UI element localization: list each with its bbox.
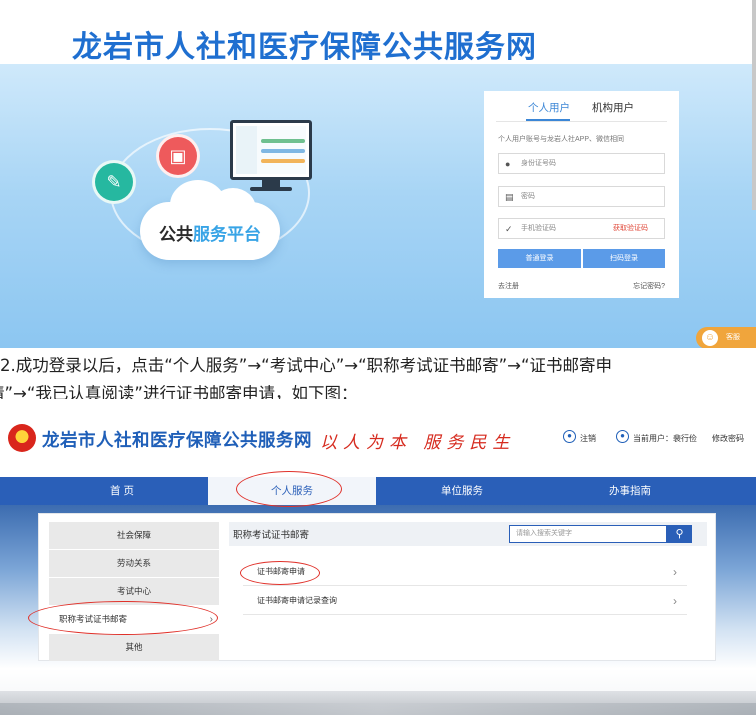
id-card-icon: ▣ [156,134,200,178]
sidebar-item-other[interactable]: 其他 [49,634,219,661]
id-number-placeholder: 身份证号码 [521,160,556,167]
login-screenshot: 龙岩市人社和医疗保障公共服务网 ✎ ▣ 公共服务平台 个人用户 机构用户 个人用… [0,0,756,348]
password-input[interactable]: ▤ 密码 [498,186,665,207]
id-number-input[interactable]: ● 身份证号码 [498,153,665,174]
portal-title: 龙岩市人社和医疗保障公共服务网 [42,430,312,450]
section-header: 职称考试证书邮寄 请输入搜索关键字 ⚲ [229,522,707,546]
footer-strip [0,703,756,715]
highlight-ellipse-sidebar [28,601,218,635]
search-input[interactable]: 请输入搜索关键字 [509,525,667,543]
sms-code-input[interactable]: ✓ 手机验证码 获取验证码 [498,218,665,239]
user-icon: ● [505,159,511,169]
logout-icon[interactable]: ● [563,430,576,443]
nav-unit-service[interactable]: 单位服务 [387,477,537,505]
nav-service-guide[interactable]: 办事指南 [555,477,705,505]
monitor-base [250,187,292,191]
site-title: 龙岩市人社和医疗保障公共服务网 [72,31,537,64]
portal-screenshot: 龙岩市人社和医疗保障公共服务网 以人为本 服务民生 ● 注销 ● 当前用户：裴行… [0,399,756,715]
cloud-label: 公共服务平台 [140,220,280,245]
nav-home[interactable]: 首 页 [47,477,197,505]
tab-personal-user[interactable]: 个人用户 [528,100,570,115]
cloud-label-part1: 公共 [159,225,193,244]
headset-icon: ☺ [702,330,718,346]
password-placeholder: 密码 [521,193,535,200]
shield-icon: ✓ [505,224,513,234]
get-code-button[interactable]: 获取验证码 [613,219,648,238]
portal-header: 龙岩市人社和医疗保障公共服务网 以人为本 服务民生 ● 注销 ● 当前用户：裴行… [0,399,756,477]
section-title: 职称考试证书邮寄 [233,530,310,541]
highlight-ellipse-apply [240,561,320,585]
tab-organization-user[interactable]: 机构用户 [592,100,634,115]
active-tab-indicator [526,119,570,121]
login-form: 个人用户 机构用户 个人用户账号与龙岩人社APP、微信相同 ● 身份证号码 ▤ … [484,91,679,298]
sidebar-item-social-security[interactable]: 社会保障 [49,522,219,549]
service-row-mailing-record-query[interactable]: 证书邮寄申请记录查询 › [243,587,687,615]
main-nav: 首 页 个人服务 单位服务 办事指南 [0,477,756,505]
sidebar-menu: 社会保障 劳动关系 考试中心 职称考试证书邮寄 › 其他 [49,522,219,662]
tab-divider [496,121,667,122]
sms-code-placeholder: 手机验证码 [521,225,556,232]
content-panel: 社会保障 劳动关系 考试中心 职称考试证书邮寄 › 其他 职称考试证书邮寄 请输… [38,513,716,661]
highlight-ellipse-nav [236,471,342,507]
login-button[interactable]: 普通登录 [498,249,581,268]
chevron-right-icon: › [673,594,677,608]
customer-service-label: 客服 [726,334,740,341]
emblem-icon [8,424,36,452]
forgot-password-link[interactable]: 忘记密码? [633,281,665,291]
certificate-icon: ✎ [92,160,136,204]
instruction-line-1: 2.成功登录以后，点击“个人服务”→“考试中心”→“职称考试证书邮寄”→“证书邮… [0,356,613,375]
logout-link[interactable]: 注销 [580,433,596,444]
register-link[interactable]: 去注册 [498,281,519,291]
portal-slogan: 以人为本 服务民生 [320,433,516,453]
login-hint: 个人用户账号与龙岩人社APP、微信相同 [498,136,625,143]
scrollbar[interactable] [752,0,756,210]
current-user-label: 当前用户：裴行俭 [633,434,697,443]
monitor-icon [230,120,312,180]
service-label: 证书邮寄申请记录查询 [257,596,337,605]
search-placeholder: 请输入搜索关键字 [516,530,572,537]
instruction-line-2: 请”→“我已认真阅读”进行证书邮寄申请，如下图： [0,384,358,400]
instruction-text: 2.成功登录以后，点击“个人服务”→“考试中心”→“职称考试证书邮寄”→“证书邮… [0,348,756,400]
customer-service-button[interactable]: ☺ 客服 [696,327,756,348]
change-password-link[interactable]: 修改密码 [712,433,744,444]
service-cloud: 公共服务平台 [140,180,280,260]
scan-login-button[interactable]: 扫码登录 [583,249,665,268]
chevron-right-icon: › [673,565,677,579]
cloud-label-part2: 服务平台 [193,225,261,244]
sidebar-item-labor-relations[interactable]: 劳动关系 [49,550,219,577]
lock-icon: ▤ [505,192,514,202]
site-banner: 龙岩市人社和医疗保障公共服务网 [0,0,756,64]
search-icon[interactable]: ⚲ [667,525,692,543]
user-icon: ● [616,430,629,443]
